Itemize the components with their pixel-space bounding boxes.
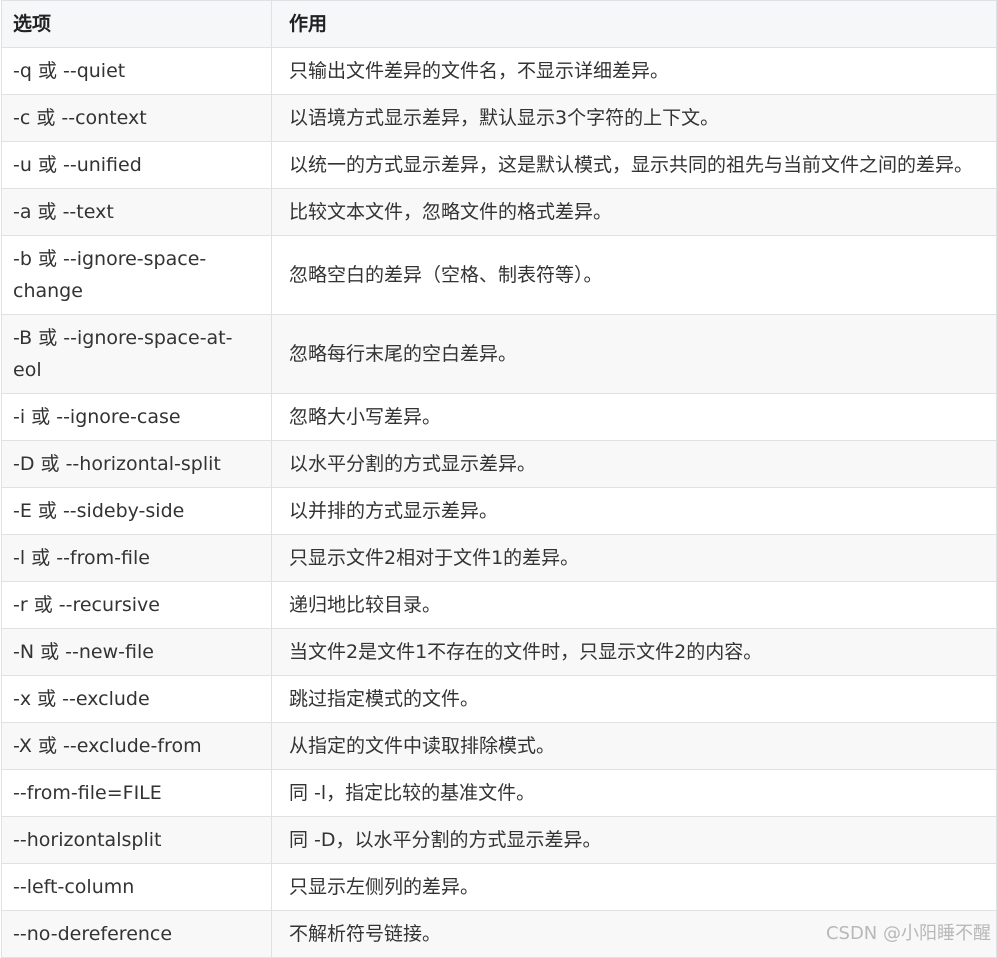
effect-cell: 以水平分割的方式显示差异。 bbox=[271, 440, 997, 488]
effect-cell: 当文件2是文件1不存在的文件时，只显示文件2的内容。 bbox=[271, 628, 997, 676]
effect-cell: 只显示文件2相对于文件1的差异。 bbox=[271, 534, 997, 582]
table-row: -i 或 --ignore-case 忽略大小写差异。 bbox=[1, 393, 997, 441]
effect-cell: 比较文本文件，忽略文件的格式差异。 bbox=[271, 188, 997, 236]
table-header-row: 选项 作用 bbox=[1, 0, 997, 48]
table-row: -D 或 --horizontal-split 以水平分割的方式显示差异。 bbox=[1, 440, 997, 488]
option-cell: -b 或 --ignore-space-change bbox=[1, 235, 272, 315]
effect-cell: 只输出文件差异的文件名，不显示详细差异。 bbox=[271, 47, 997, 95]
option-cell: -u 或 --unified bbox=[1, 141, 272, 189]
effect-cell: 忽略每行末尾的空白差异。 bbox=[271, 314, 997, 394]
header-effect: 作用 bbox=[271, 0, 997, 48]
options-table: 选项 作用 -q 或 --quiet 只输出文件差异的文件名，不显示详细差异。 … bbox=[1, 0, 997, 958]
effect-cell: 以并排的方式显示差异。 bbox=[271, 487, 997, 535]
table-row: -q 或 --quiet 只输出文件差异的文件名，不显示详细差异。 bbox=[1, 47, 997, 95]
table-row: -r 或 --recursive 递归地比较目录。 bbox=[1, 581, 997, 629]
table-row: -E 或 --sideby-side 以并排的方式显示差异。 bbox=[1, 487, 997, 535]
table-row: -u 或 --unified 以统一的方式显示差异，这是默认模式，显示共同的祖先… bbox=[1, 141, 997, 189]
effect-cell: 递归地比较目录。 bbox=[271, 581, 997, 629]
option-cell: -l 或 --from-file bbox=[1, 534, 272, 582]
option-cell: -r 或 --recursive bbox=[1, 581, 272, 629]
effect-cell: 同 -l，指定比较的基准文件。 bbox=[271, 769, 997, 817]
table-row: -a 或 --text 比较文本文件，忽略文件的格式差异。 bbox=[1, 188, 997, 236]
option-cell: -i 或 --ignore-case bbox=[1, 393, 272, 441]
effect-cell: 同 -D，以水平分割的方式显示差异。 bbox=[271, 816, 997, 864]
table-row: --horizontalsplit 同 -D，以水平分割的方式显示差异。 bbox=[1, 816, 997, 864]
table-row: -X 或 --exclude-from 从指定的文件中读取排除模式。 bbox=[1, 722, 997, 770]
table-row: -B 或 --ignore-space-at-eol 忽略每行末尾的空白差异。 bbox=[1, 314, 997, 394]
option-cell: --no-dereference bbox=[1, 910, 272, 958]
effect-cell: 从指定的文件中读取排除模式。 bbox=[271, 722, 997, 770]
table-row: -N 或 --new-file 当文件2是文件1不存在的文件时，只显示文件2的内… bbox=[1, 628, 997, 676]
table-row: --left-column 只显示左侧列的差异。 bbox=[1, 863, 997, 911]
table-row: -l 或 --from-file 只显示文件2相对于文件1的差异。 bbox=[1, 534, 997, 582]
effect-cell: 只显示左侧列的差异。 bbox=[271, 863, 997, 911]
option-cell: -B 或 --ignore-space-at-eol bbox=[1, 314, 272, 394]
option-cell: -D 或 --horizontal-split bbox=[1, 440, 272, 488]
effect-cell: 以语境方式显示差异，默认显示3个字符的上下文。 bbox=[271, 94, 997, 142]
option-cell: -E 或 --sideby-side bbox=[1, 487, 272, 535]
option-cell: --from-file=FILE bbox=[1, 769, 272, 817]
option-cell: -c 或 --context bbox=[1, 94, 272, 142]
effect-cell: 忽略大小写差异。 bbox=[271, 393, 997, 441]
option-cell: -q 或 --quiet bbox=[1, 47, 272, 95]
table-row: -x 或 --exclude 跳过指定模式的文件。 bbox=[1, 675, 997, 723]
option-cell: -x 或 --exclude bbox=[1, 675, 272, 723]
option-cell: -X 或 --exclude-from bbox=[1, 722, 272, 770]
option-cell: -N 或 --new-file bbox=[1, 628, 272, 676]
table-row: --from-file=FILE 同 -l，指定比较的基准文件。 bbox=[1, 769, 997, 817]
header-option: 选项 bbox=[1, 0, 272, 48]
table-row: -b 或 --ignore-space-change 忽略空白的差异（空格、制表… bbox=[1, 235, 997, 315]
table-row: -c 或 --context 以语境方式显示差异，默认显示3个字符的上下文。 bbox=[1, 94, 997, 142]
effect-cell: 以统一的方式显示差异，这是默认模式，显示共同的祖先与当前文件之间的差异。 bbox=[271, 141, 997, 189]
csdn-watermark: CSDN @小阳睡不醒 bbox=[825, 923, 991, 944]
effect-cell: 忽略空白的差异（空格、制表符等）。 bbox=[271, 235, 997, 315]
option-cell: --horizontalsplit bbox=[1, 816, 272, 864]
option-cell: --left-column bbox=[1, 863, 272, 911]
effect-cell: 跳过指定模式的文件。 bbox=[271, 675, 997, 723]
option-cell: -a 或 --text bbox=[1, 188, 272, 236]
